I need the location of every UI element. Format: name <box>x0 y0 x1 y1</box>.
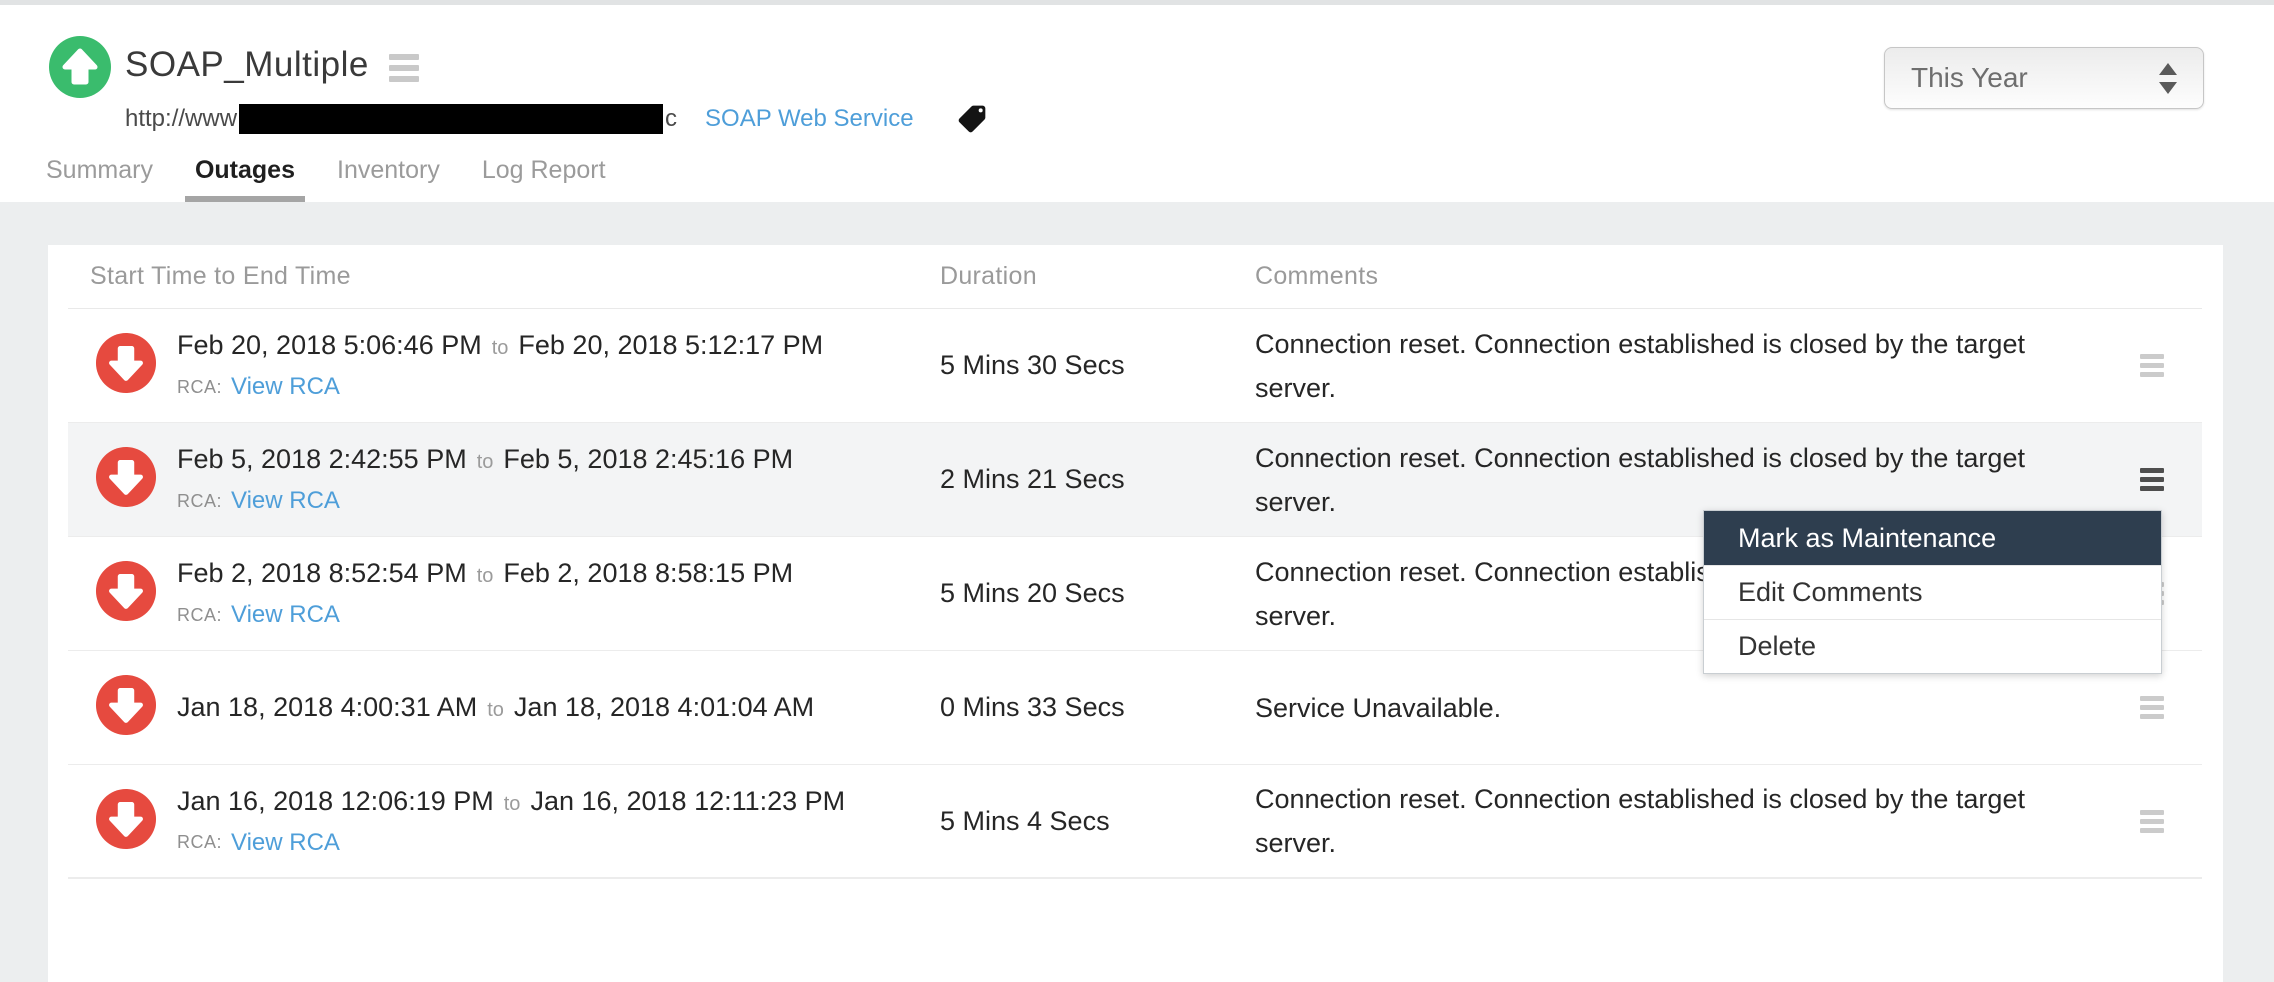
rca-label: RCA: <box>177 605 222 626</box>
monitor-type-link[interactable]: SOAP Web Service <box>705 105 914 133</box>
table-header: Start Time to End Time Duration Comments <box>68 245 2202 309</box>
end-time: Feb 5, 2018 2:45:16 PM <box>503 444 793 474</box>
start-time: Jan 16, 2018 12:06:19 PM <box>177 786 494 816</box>
tag-icon[interactable] <box>956 103 988 135</box>
table-row: Jan 16, 2018 12:06:19 PM to Jan 16, 2018 1… <box>68 765 2202 879</box>
outage-down-icon <box>95 332 157 399</box>
outage-time-cell: Feb 5, 2018 2:42:55 PM to Feb 5, 2018 2:45… <box>68 444 940 515</box>
row-menu-icon[interactable] <box>2134 690 2170 725</box>
rca-label: RCA: <box>177 377 222 398</box>
view-rca-link[interactable]: View RCA <box>231 829 340 857</box>
tab-log-report[interactable]: Log Report <box>482 156 606 202</box>
outage-duration: 2 Mins 21 Secs <box>940 464 1255 495</box>
to-label: to <box>477 451 494 473</box>
to-label: to <box>487 699 504 721</box>
outage-duration: 0 Mins 33 Secs <box>940 692 1255 723</box>
page-title: SOAP_Multiple <box>125 45 369 85</box>
outage-comment: Service Unavailable. <box>1255 686 2134 730</box>
outage-comment: Connection reset. Connection established… <box>1255 777 2134 865</box>
period-dropdown[interactable]: This Year <box>1884 47 2204 109</box>
to-label: to <box>477 565 494 587</box>
context-menu-item[interactable]: Delete <box>1704 619 2161 673</box>
monitor-url-prefix: http://www <box>125 105 237 133</box>
col-header-start-end: Start Time to End Time <box>68 262 940 291</box>
outage-down-icon <box>95 788 157 855</box>
row-menu-icon[interactable] <box>2134 804 2170 839</box>
outage-down-icon <box>95 674 157 741</box>
outage-duration: 5 Mins 4 Secs <box>940 806 1255 837</box>
to-label: to <box>492 337 509 359</box>
tab-inventory[interactable]: Inventory <box>337 156 440 202</box>
outage-period: Jan 18, 2018 4:00:31 AM to Jan 18, 2018 4:… <box>177 692 814 723</box>
outage-duration: 5 Mins 20 Secs <box>940 578 1255 609</box>
tabs: Summary Outages Inventory Log Report <box>46 156 648 202</box>
outage-time-cell: Feb 2, 2018 8:52:54 PM to Feb 2, 2018 8:58… <box>68 558 940 629</box>
period-dropdown-value: This Year <box>1911 62 2028 94</box>
start-time: Feb 20, 2018 5:06:46 PM <box>177 330 482 360</box>
view-rca-link[interactable]: View RCA <box>231 487 340 515</box>
outage-down-icon <box>95 446 157 513</box>
row-menu-icon[interactable] <box>2134 348 2170 383</box>
outage-time-cell: Jan 16, 2018 12:06:19 PM to Jan 16, 2018 1… <box>68 786 940 857</box>
outage-period: Feb 20, 2018 5:06:46 PM to Feb 20, 2018 5:… <box>177 330 823 361</box>
rca-label: RCA: <box>177 832 222 853</box>
start-time: Feb 5, 2018 2:42:55 PM <box>177 444 467 474</box>
outage-period: Jan 16, 2018 12:06:19 PM to Jan 16, 2018 1… <box>177 786 845 817</box>
end-time: Feb 2, 2018 8:58:15 PM <box>503 558 793 588</box>
tab-outages[interactable]: Outages <box>195 156 295 202</box>
start-time: Feb 2, 2018 8:52:54 PM <box>177 558 467 588</box>
redacted-url <box>239 104 663 134</box>
table-row: Feb 20, 2018 5:06:46 PM to Feb 20, 2018 5:… <box>68 309 2202 423</box>
status-up-icon <box>48 35 112 104</box>
outage-time-cell: Feb 20, 2018 5:06:46 PM to Feb 20, 2018 5:… <box>68 330 940 401</box>
view-rca-link[interactable]: View RCA <box>231 373 340 401</box>
context-menu-item[interactable]: Mark as Maintenance <box>1704 511 2161 565</box>
monitor-header: SOAP_Multiple http://www c SOAP Web Serv… <box>0 5 2274 202</box>
outage-period: Feb 2, 2018 8:52:54 PM to Feb 2, 2018 8:58… <box>177 558 793 589</box>
monitor-url-suffix: c <box>665 105 677 133</box>
view-rca-link[interactable]: View RCA <box>231 601 340 629</box>
monitor-actions-menu-icon[interactable] <box>389 48 419 82</box>
outage-down-icon <box>95 560 157 627</box>
row-menu-icon[interactable] <box>2134 462 2170 497</box>
tab-summary[interactable]: Summary <box>46 156 153 202</box>
outage-period: Feb 5, 2018 2:42:55 PM to Feb 5, 2018 2:45… <box>177 444 793 475</box>
to-label: to <box>504 793 521 815</box>
end-time: Jan 18, 2018 4:01:04 AM <box>514 692 814 722</box>
outage-time-cell: Jan 18, 2018 4:00:31 AM to Jan 18, 2018 4:… <box>68 674 940 741</box>
rca-label: RCA: <box>177 491 222 512</box>
dropdown-arrows-icon <box>2159 63 2177 94</box>
start-time: Jan 18, 2018 4:00:31 AM <box>177 692 477 722</box>
row-context-menu: Mark as MaintenanceEdit CommentsDelete <box>1703 510 2162 674</box>
context-menu-item[interactable]: Edit Comments <box>1704 565 2161 619</box>
end-time: Jan 16, 2018 12:11:23 PM <box>530 786 845 816</box>
outage-comment: Connection reset. Connection established… <box>1255 322 2134 410</box>
outage-duration: 5 Mins 30 Secs <box>940 350 1255 381</box>
col-header-comments: Comments <box>1255 262 2134 291</box>
col-header-duration: Duration <box>940 262 1255 291</box>
end-time: Feb 20, 2018 5:12:17 PM <box>518 330 823 360</box>
